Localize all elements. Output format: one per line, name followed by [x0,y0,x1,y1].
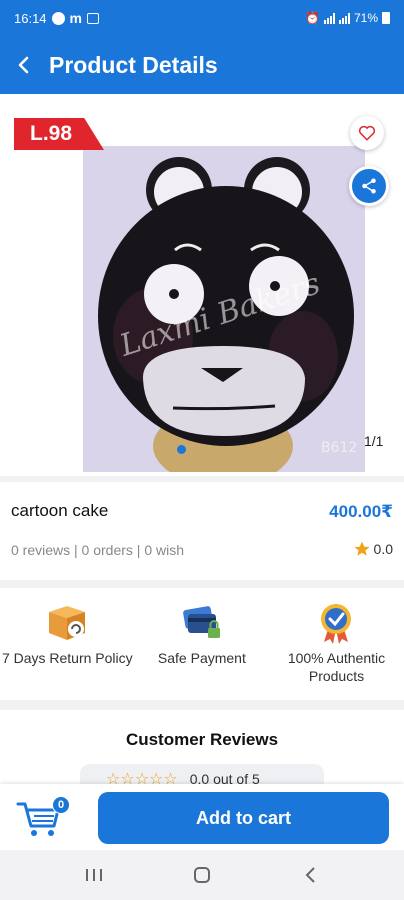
bottom-action-bar: 0 Add to cart [0,784,404,850]
cart-button[interactable]: 0 [16,796,70,842]
app-bar: Product Details [0,36,404,94]
image-code: B612 [321,440,357,456]
feature-return-policy: 7 Days Return Policy [0,588,135,700]
system-back-button[interactable] [280,850,340,900]
battery-level: 71% [353,11,378,25]
cart-count-badge: 0 [52,796,70,814]
product-gallery: Laxmi Bakers B612 L.98 1/1 [0,94,404,476]
feature-list: 7 Days Return Policy Safe Payment 100% A… [0,588,404,700]
feature-label: Safe Payment [157,650,246,666]
back-icon [305,867,315,883]
star-icon [354,541,370,556]
page-title: Product Details [49,51,218,78]
wishlist-button[interactable] [350,116,384,150]
battery-icon [382,12,390,24]
alarm-icon: ⏰ [305,11,320,25]
customer-reviews: Customer Reviews ☆☆☆☆☆ 0.0 out of 5 [0,710,404,794]
share-icon [362,178,376,194]
signal-icon [338,12,350,24]
system-nav-bar [0,850,404,900]
feature-safe-payment: Safe Payment [135,588,270,700]
home-icon [194,867,210,883]
signal-icon [323,12,335,24]
product-stats: 0 reviews | 0 orders | 0 wish [11,542,185,558]
feature-authentic: 100% Authentic Products [269,588,404,700]
recent-apps-button[interactable] [64,850,124,900]
product-rating: 0.0 [353,540,393,558]
product-name: cartoon cake [11,501,109,520]
phone-icon [51,11,65,25]
recent-apps-icon [86,869,102,881]
back-button[interactable] [0,36,48,94]
messenger-icon: m [69,10,82,26]
authentic-badge-icon [314,602,358,644]
add-to-cart-button[interactable]: Add to cart [98,792,389,844]
product-info: cartoon cake 400.00₹ 0 reviews | 0 order… [0,482,404,580]
back-arrow-icon [18,56,29,74]
image-counter: 1/1 [364,433,384,449]
product-price: 400.00₹ [329,502,393,521]
status-time: 16:14 [14,10,47,26]
heart-icon [358,125,376,141]
price-tag: L.98 [14,118,104,150]
home-button[interactable] [172,850,232,900]
reviews-title: Customer Reviews [125,730,279,749]
return-box-icon [45,602,89,644]
payment-cards-icon [180,602,224,644]
status-bar: 16:14 m ⏰ 71% [0,0,404,36]
share-button[interactable] [349,166,389,206]
product-image[interactable]: Laxmi Bakers B612 [83,146,365,472]
rating-value: 0.0 [373,541,393,557]
gallery-icon [87,12,99,24]
gallery-indicator-dot [177,445,186,454]
feature-label: 7 Days Return Policy [1,650,133,666]
feature-label: 100% Authentic Products [287,650,386,684]
